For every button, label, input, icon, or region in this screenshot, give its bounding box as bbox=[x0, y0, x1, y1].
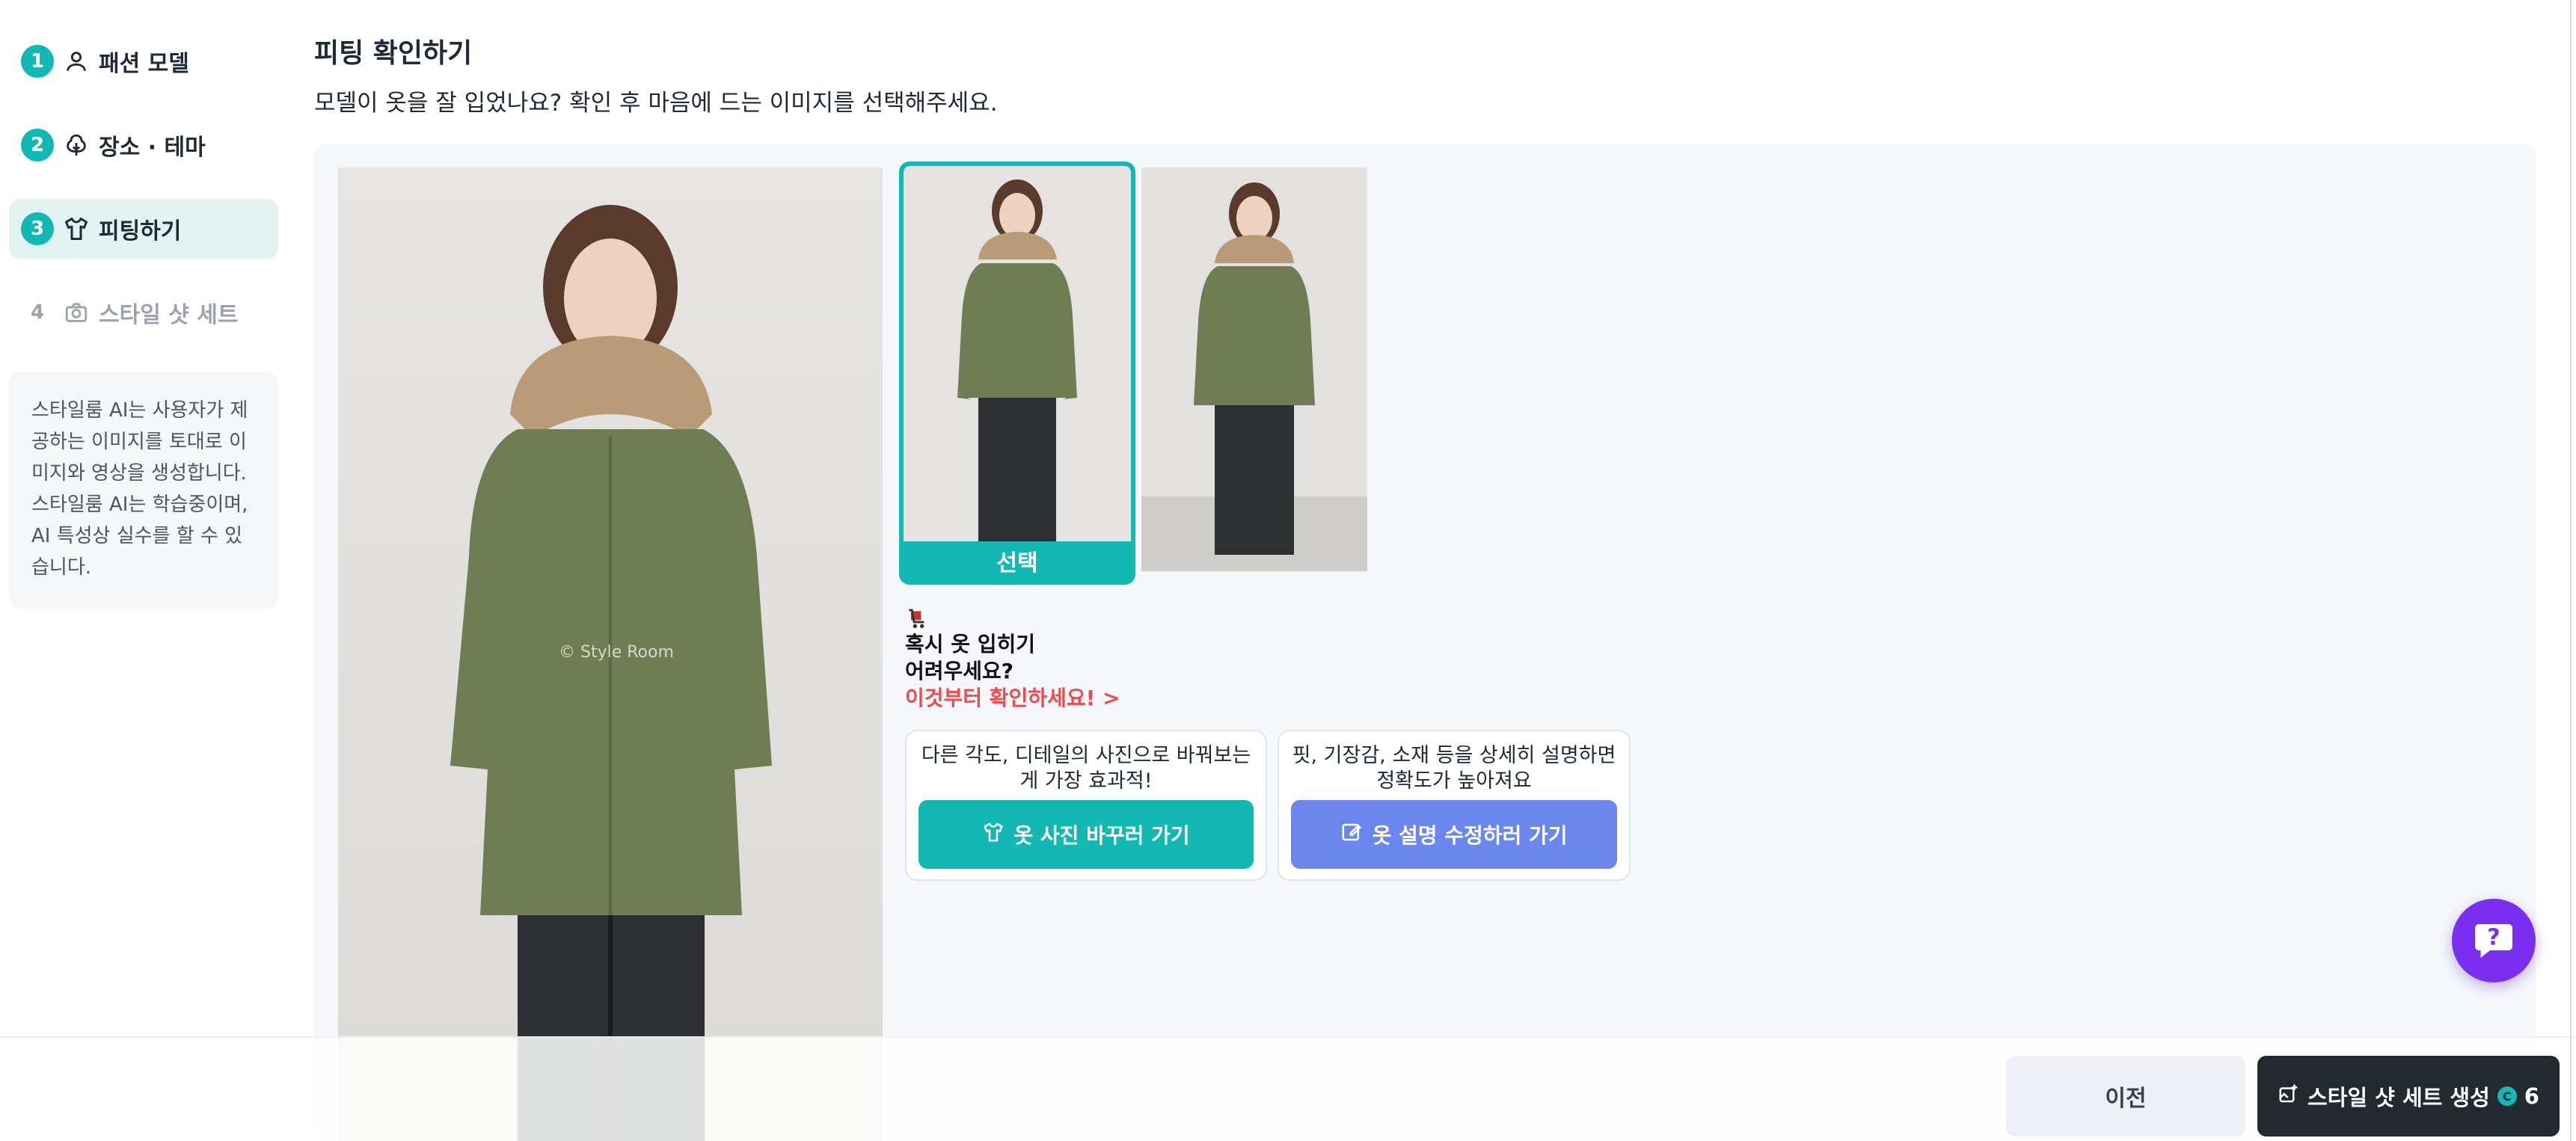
step-fashion-model[interactable]: 1 패션 모델 bbox=[9, 31, 278, 91]
step-label: 패션 모델 bbox=[99, 51, 189, 77]
main-fitting-image: © Style Room bbox=[338, 167, 883, 1141]
sidebar: 1 패션 모델 2 장소 · 테마 3 피팅하기 4 스타일 샷 세트 스타일룸… bbox=[0, 0, 299, 1141]
tip-text: 다른 각도, 디테일의 사진으로 바꿔보는게 가장 효과적! bbox=[921, 744, 1251, 793]
tip-text: 핏, 기장감, 소재 등을 상세히 설명하면 정확도가 높아져요 bbox=[1292, 744, 1616, 793]
previous-button[interactable]: 이전 bbox=[2006, 1056, 2245, 1137]
button-label: 옷 설명 수정하러 가기 bbox=[1372, 823, 1568, 848]
page-title: 피팅 확인하기 bbox=[314, 38, 473, 69]
question-icon: ? bbox=[2471, 917, 2516, 965]
help-chat-button[interactable]: ? bbox=[2452, 899, 2536, 982]
help-link[interactable]: 이것부터 확인하세요! > bbox=[905, 685, 1120, 712]
selected-label: 선택 bbox=[996, 550, 1038, 576]
tip-card-photo: 다른 각도, 디테일의 사진으로 바꿔보는게 가장 효과적! 옷 사진 바꾸러 … bbox=[905, 730, 1267, 881]
shirt-icon bbox=[982, 821, 1005, 849]
credit-count: 6 bbox=[2524, 1083, 2539, 1109]
credit-icon: C bbox=[2497, 1086, 2517, 1106]
step-label: 피팅하기 bbox=[99, 218, 182, 244]
ai-notice: 스타일룸 AI는 사용자가 제공하는 이미지를 토대로 이미지와 영상을 생성합… bbox=[9, 372, 278, 609]
step-label: 장소 · 테마 bbox=[99, 135, 206, 161]
help-block: 혹시 옷 입히기 어려우세요? 이것부터 확인하세요! > bbox=[905, 607, 1120, 712]
button-label: 옷 사진 바꾸러 가기 bbox=[1013, 823, 1190, 848]
camera-icon bbox=[61, 298, 91, 327]
step-number: 1 bbox=[21, 45, 54, 78]
tip-card-description: 핏, 기장감, 소재 등을 상세히 설명하면 정확도가 높아져요 옷 설명 수정… bbox=[1278, 730, 1631, 881]
step-location-theme[interactable]: 2 장소 · 테마 bbox=[9, 115, 278, 175]
generate-style-shot-button[interactable]: 스타일 샷 세트 생성 C 6 bbox=[2257, 1056, 2560, 1137]
scrollbar[interactable] bbox=[2570, 0, 2572, 1141]
image-add-icon bbox=[2278, 1083, 2300, 1110]
help-text-line1: 혹시 옷 입히기 bbox=[905, 632, 1036, 656]
tree-icon bbox=[61, 130, 91, 160]
thumbnail-image bbox=[1141, 182, 1367, 571]
change-photo-button[interactable]: 옷 사진 바꾸러 가기 bbox=[919, 800, 1254, 869]
step-number: 3 bbox=[21, 212, 54, 245]
step-label: 스타일 샷 세트 bbox=[99, 302, 239, 328]
step-style-shot-set[interactable]: 4 스타일 샷 세트 bbox=[9, 283, 278, 342]
shirt-icon bbox=[61, 214, 91, 244]
thumbnail-option[interactable] bbox=[1141, 167, 1367, 571]
svg-text:?: ? bbox=[2487, 925, 2500, 951]
step-fitting[interactable]: 3 피팅하기 bbox=[9, 199, 278, 259]
edit-icon bbox=[1340, 821, 1363, 849]
step-number: 4 bbox=[30, 301, 45, 324]
thumbnail-selected[interactable]: 선택 bbox=[899, 162, 1135, 585]
button-label: 스타일 샷 세트 생성 bbox=[2307, 1085, 2490, 1110]
person-icon bbox=[61, 46, 91, 76]
thumbnail-image bbox=[904, 166, 1131, 541]
page-description: 모델이 옷을 잘 입었나요? 확인 후 마음에 드는 이미지를 선택해주세요. bbox=[314, 90, 998, 117]
trolley-icon bbox=[905, 607, 929, 631]
watermark: © Style Room bbox=[559, 643, 674, 662]
step-number: 2 bbox=[21, 129, 54, 162]
help-text-line2: 어려우세요? bbox=[905, 659, 1014, 683]
edit-description-button[interactable]: 옷 설명 수정하러 가기 bbox=[1291, 800, 1617, 869]
